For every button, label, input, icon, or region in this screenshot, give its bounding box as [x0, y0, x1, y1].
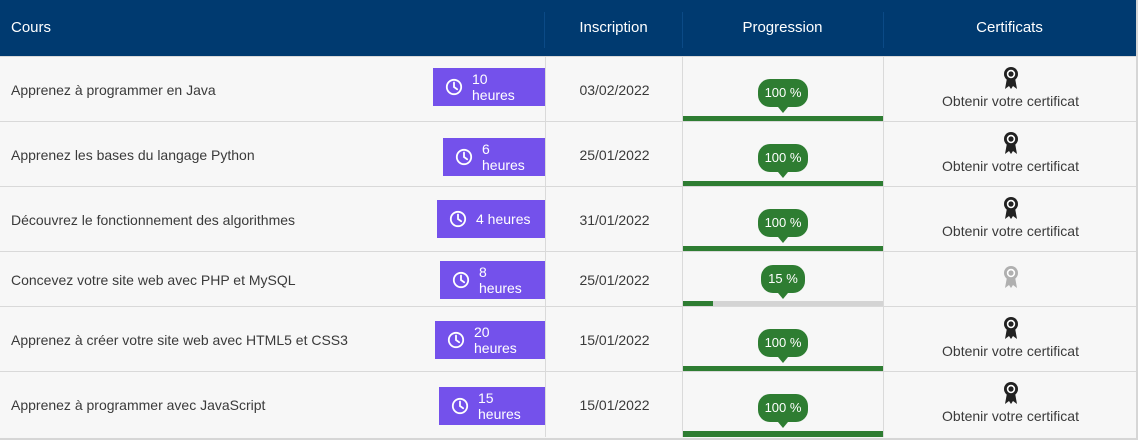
table-row[interactable]: Apprenez les bases du langage Python 6 he…: [0, 121, 1136, 187]
course-cell: Apprenez les bases du langage Python 6 he…: [0, 122, 545, 187]
duration-label: 6 heures: [482, 141, 525, 173]
get-certificate-link[interactable]: Obtenir votre certificat: [884, 343, 1137, 359]
duration-badge: 10 heures: [433, 68, 545, 106]
duration-label: 8 heures: [479, 264, 522, 296]
duration-badge: 4 heures: [437, 200, 545, 238]
course-title-link[interactable]: Apprenez à créer votre site web avec HTM…: [11, 332, 348, 348]
course-title-link[interactable]: Concevez votre site web avec PHP et MySQ…: [11, 272, 296, 288]
duration-badge: 15 heures: [439, 387, 545, 425]
course-cell: Apprenez à programmer avec JavaScript 15 …: [0, 372, 545, 437]
duration-label: 15 heures: [478, 390, 521, 422]
duration-badge: 6 heures: [443, 138, 545, 176]
table-row[interactable]: Découvrez le fonctionnement des algorith…: [0, 186, 1136, 252]
certificate-cell: Obtenir votre certificat: [883, 307, 1137, 372]
course-title-link[interactable]: Découvrez le fonctionnement des algorith…: [11, 212, 295, 228]
certificate-cell: Obtenir votre certificat: [883, 187, 1137, 252]
certificate-medal-icon[interactable]: [1002, 196, 1020, 220]
progress-badge: 100 %: [757, 209, 809, 243]
get-certificate-link[interactable]: Obtenir votre certificat: [884, 93, 1137, 109]
duration-label: 20 heures: [474, 324, 517, 356]
progress-badge-wrap: 100 %: [683, 329, 883, 363]
certificate-medal-icon[interactable]: [1002, 381, 1020, 405]
certificate-cell: Obtenir votre certificat: [883, 372, 1137, 437]
inscription-cell: 03/02/2022: [545, 57, 683, 122]
course-title-link[interactable]: Apprenez les bases du langage Python: [11, 147, 255, 163]
progress-badge: 100 %: [757, 79, 809, 113]
progress-cell: 100 %: [682, 372, 883, 437]
courses-table: Cours Inscription Progression Certificat…: [0, 0, 1138, 440]
header-certificats: Certificats: [976, 19, 1043, 36]
inscription-cell: 25/01/2022: [545, 122, 683, 187]
progress-bar: [683, 431, 883, 437]
inscription-date: 15/01/2022: [579, 396, 650, 413]
header-progression: Progression: [742, 19, 823, 36]
certificate-medal-icon[interactable]: [1002, 66, 1020, 90]
clock-icon: [455, 148, 473, 166]
inscription-date: 03/02/2022: [579, 81, 650, 98]
duration-badge: 8 heures: [440, 261, 545, 299]
course-cell: Découvrez le fonctionnement des algorith…: [0, 187, 545, 252]
duration-badge: 20 heures: [435, 321, 545, 359]
progress-cell: 100 %: [682, 187, 883, 252]
clock-icon: [445, 78, 463, 96]
header-inscription: Inscription: [579, 19, 648, 36]
duration-label: 10 heures: [472, 71, 515, 103]
table-row[interactable]: Apprenez à créer votre site web avec HTM…: [0, 306, 1136, 372]
inscription-date: 15/01/2022: [579, 331, 650, 348]
clock-icon: [449, 210, 467, 228]
progress-fill: [683, 431, 883, 437]
inscription-date: 25/01/2022: [579, 271, 650, 288]
progress-badge-wrap: 15 %: [683, 265, 883, 299]
table-row[interactable]: Apprenez à programmer en Java 10 heures 03…: [0, 56, 1136, 122]
clock-icon: [452, 271, 470, 289]
course-title-link[interactable]: Apprenez à programmer en Java: [11, 82, 216, 98]
progress-cell: 15 %: [682, 252, 883, 307]
progress-cell: 100 %: [682, 57, 883, 122]
certificate-medal-disabled-icon: [1002, 265, 1020, 289]
duration-label: 4 heures: [476, 211, 531, 227]
progress-badge: 100 %: [757, 394, 809, 428]
certificate-cell: Obtenir votre certificat: [883, 122, 1137, 187]
table-row[interactable]: Apprenez à programmer avec JavaScript 15 …: [0, 371, 1136, 437]
certificate-medal-icon[interactable]: [1002, 131, 1020, 155]
inscription-cell: 25/01/2022: [545, 252, 683, 307]
inscription-cell: 15/01/2022: [545, 307, 683, 372]
course-cell: Apprenez à créer votre site web avec HTM…: [0, 307, 545, 372]
progress-cell: 100 %: [682, 122, 883, 187]
progress-badge: 100 %: [757, 144, 809, 178]
clock-icon: [447, 331, 465, 349]
get-certificate-link[interactable]: Obtenir votre certificat: [884, 158, 1137, 174]
course-cell: Apprenez à programmer en Java 10 heures: [0, 57, 545, 122]
progress-badge-wrap: 100 %: [683, 79, 883, 113]
certificate-cell: Obtenir votre certificat: [883, 57, 1137, 122]
table-row[interactable]: Concevez votre site web avec PHP et MySQ…: [0, 251, 1136, 307]
progress-badge-wrap: 100 %: [683, 209, 883, 243]
course-cell: Concevez votre site web avec PHP et MySQ…: [0, 252, 545, 307]
header-cours: Cours: [11, 19, 52, 36]
certificate-medal-icon[interactable]: [1002, 316, 1020, 340]
get-certificate-link[interactable]: Obtenir votre certificat: [884, 408, 1137, 424]
get-certificate-link[interactable]: Obtenir votre certificat: [884, 223, 1137, 239]
inscription-date: 25/01/2022: [579, 146, 650, 163]
table-header: Cours Inscription Progression Certificat…: [0, 0, 1136, 56]
course-title-link[interactable]: Apprenez à programmer avec JavaScript: [11, 397, 265, 413]
progress-badge-wrap: 100 %: [683, 144, 883, 178]
certificate-cell: [883, 252, 1137, 307]
progress-badge: 15 %: [761, 265, 805, 299]
inscription-cell: 15/01/2022: [545, 372, 683, 437]
progress-badge: 100 %: [757, 329, 809, 363]
clock-icon: [451, 397, 469, 415]
inscription-date: 31/01/2022: [579, 211, 650, 228]
progress-cell: 100 %: [682, 307, 883, 372]
progress-badge-wrap: 100 %: [683, 394, 883, 428]
inscription-cell: 31/01/2022: [545, 187, 683, 252]
